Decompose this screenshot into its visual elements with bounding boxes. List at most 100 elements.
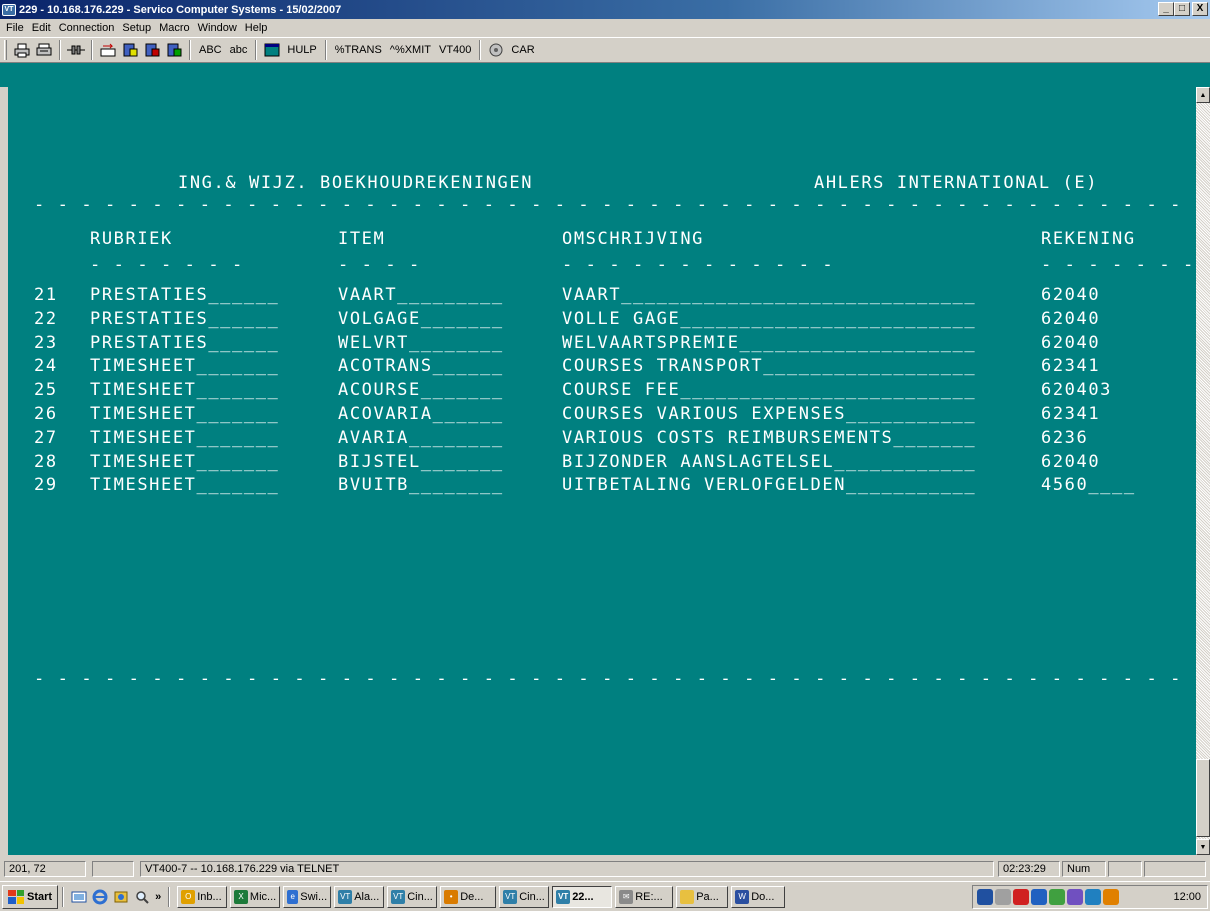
vt400-button[interactable]: VT400 <box>435 44 475 56</box>
row-rekening[interactable]: 62040 <box>1041 333 1100 353</box>
taskbar-button[interactable]: e Swi... <box>283 885 332 908</box>
send-file-icon[interactable] <box>99 41 117 59</box>
taskbar-button[interactable]: ✉ RE:... <box>615 885 674 908</box>
row-rekening[interactable]: 62341 <box>1041 356 1100 376</box>
lowercase-abc-button[interactable]: abc <box>226 44 252 56</box>
menu-help[interactable]: Help <box>241 22 272 34</box>
taskbar-button[interactable]: W Do... <box>731 885 786 908</box>
row-item[interactable]: VOLGAGE_______ <box>338 309 504 329</box>
scroll-thumb[interactable] <box>1196 759 1210 837</box>
row-omschrijving[interactable]: COURSE FEE_________________________ <box>562 380 976 400</box>
start-button[interactable]: Start <box>2 884 59 909</box>
row-rekening[interactable]: 62040 <box>1041 309 1100 329</box>
row-rubriek[interactable]: PRESTATIES______ <box>90 309 279 329</box>
row-rekening[interactable]: 4560____ <box>1041 475 1136 495</box>
print-icon[interactable] <box>13 41 31 59</box>
help-keypad-icon[interactable] <box>263 41 281 59</box>
quicklaunch-overflow-icon[interactable]: » <box>155 891 161 903</box>
scroll-up-icon[interactable]: ▲ <box>1196 87 1210 103</box>
menu-macro[interactable]: Macro <box>155 22 194 34</box>
security-icon[interactable] <box>1085 889 1101 905</box>
menu-file[interactable]: File <box>2 22 28 34</box>
internet-explorer-icon[interactable] <box>91 888 108 905</box>
row-omschrijving[interactable]: COURSES TRANSPORT__________________ <box>562 356 976 376</box>
menu-connection[interactable]: Connection <box>55 22 119 34</box>
taskbar-button[interactable]: VT Cin... <box>499 885 550 908</box>
search-icon[interactable] <box>133 888 150 905</box>
row-nr: 27 <box>34 427 58 448</box>
vertical-scrollbar[interactable]: ▲ ▼ <box>1196 87 1210 855</box>
taskbar-button[interactable]: VT 22... <box>552 885 613 908</box>
row-rubriek[interactable]: TIMESHEET_______ <box>90 356 279 376</box>
row-item[interactable]: ACOVARIA______ <box>338 404 504 424</box>
taskbar-button[interactable]: O Inb... <box>177 885 228 908</box>
title-bar[interactable]: VT 229 - 10.168.176.229 - Servico Comput… <box>0 0 1210 19</box>
connect-icon[interactable] <box>67 41 85 59</box>
row-omschrijving[interactable]: VOLLE GAGE_________________________ <box>562 309 976 329</box>
terminal-screen[interactable]: ING.& WIJZ. BOEKHOUDREKENINGEN AHLERS IN… <box>8 87 1196 855</box>
receive-file-icon[interactable] <box>121 41 139 59</box>
row-rubriek[interactable]: TIMESHEET_______ <box>90 475 279 495</box>
outlook-quicklaunch-icon[interactable] <box>112 888 129 905</box>
row-item[interactable]: BIJSTEL_______ <box>338 452 504 472</box>
taskbar-button[interactable]: Pa... <box>676 885 729 908</box>
row-rekening[interactable]: 62040 <box>1041 452 1100 472</box>
display-icon[interactable] <box>1031 889 1047 905</box>
volume-icon[interactable] <box>995 889 1011 905</box>
hulp-button[interactable]: HULP <box>283 44 320 56</box>
row-rubriek[interactable]: TIMESHEET_______ <box>90 452 279 472</box>
row-omschrijving[interactable]: WELVAARTSPREMIE____________________ <box>562 333 976 353</box>
row-rekening[interactable]: 62040 <box>1041 285 1100 305</box>
toolbar-grip[interactable] <box>4 40 7 60</box>
row-rekening[interactable]: 62341 <box>1041 404 1100 424</box>
uppercase-abc-button[interactable]: ABC <box>195 44 226 56</box>
row-rubriek[interactable]: TIMESHEET_______ <box>90 380 279 400</box>
scroll-down-icon[interactable]: ▼ <box>1196 839 1210 855</box>
menu-edit[interactable]: Edit <box>28 22 55 34</box>
row-omschrijving[interactable]: BIJZONDER AANSLAGTELSEL____________ <box>562 452 976 472</box>
show-desktop-icon[interactable] <box>70 888 87 905</box>
messenger-tray-icon[interactable] <box>1067 889 1083 905</box>
row-rubriek[interactable]: PRESTATIES______ <box>90 285 279 305</box>
print-setup-icon[interactable] <box>35 41 53 59</box>
row-omschrijving[interactable]: VARIOUS COSTS REIMBURSEMENTS_______ <box>562 428 976 448</box>
row-omschrijving[interactable]: VAART______________________________ <box>562 285 976 305</box>
vt-app-icon[interactable]: VT <box>2 3 16 16</box>
car-icon[interactable] <box>487 41 505 59</box>
row-rubriek[interactable]: PRESTATIES______ <box>90 333 279 353</box>
sync-icon[interactable] <box>1049 889 1065 905</box>
menu-setup[interactable]: Setup <box>118 22 155 34</box>
row-rekening[interactable]: 6236 <box>1041 428 1088 448</box>
taskbar-button[interactable]: VT Cin... <box>387 885 438 908</box>
row-item[interactable]: WELVRT________ <box>338 333 504 353</box>
update-icon[interactable] <box>1103 889 1119 905</box>
taskbar-button[interactable]: X Mic... <box>230 885 281 908</box>
network-icon[interactable] <box>977 889 993 905</box>
menu-window[interactable]: Window <box>194 22 241 34</box>
language-icon[interactable] <box>1013 889 1029 905</box>
row-item[interactable]: VAART_________ <box>338 285 504 305</box>
xmit-button[interactable]: ^%XMIT <box>386 44 435 56</box>
trans-button[interactable]: %TRANS <box>331 44 386 56</box>
row-item[interactable]: AVARIA________ <box>338 428 504 448</box>
row-item[interactable]: BVUITB________ <box>338 475 504 495</box>
row-omschrijving[interactable]: UITBETALING VERLOFGELDEN___________ <box>562 475 976 495</box>
row-nr: 29 <box>34 475 58 496</box>
capture-icon[interactable] <box>165 41 183 59</box>
row-rubriek[interactable]: TIMESHEET_______ <box>90 404 279 424</box>
car-button[interactable]: CAR <box>507 44 538 56</box>
taskbar-button[interactable]: • De... <box>440 885 497 908</box>
status-panel-empty <box>92 861 134 877</box>
toolbar-separator <box>255 40 258 60</box>
row-rekening[interactable]: 620403 <box>1041 380 1112 400</box>
taskbar-button[interactable]: VT Ala... <box>334 885 385 908</box>
row-omschrijving[interactable]: COURSES VARIOUS EXPENSES___________ <box>562 404 976 424</box>
transfer-icon[interactable] <box>143 41 161 59</box>
taskbar-clock[interactable]: 12:00 <box>1173 891 1201 903</box>
maximize-button[interactable]: □ <box>1174 2 1190 16</box>
minimize-button[interactable]: _ <box>1158 2 1174 16</box>
row-rubriek[interactable]: TIMESHEET_______ <box>90 428 279 448</box>
close-button[interactable]: X <box>1192 2 1208 16</box>
row-item[interactable]: ACOURSE_______ <box>338 380 504 400</box>
row-item[interactable]: ACOTRANS______ <box>338 356 504 376</box>
